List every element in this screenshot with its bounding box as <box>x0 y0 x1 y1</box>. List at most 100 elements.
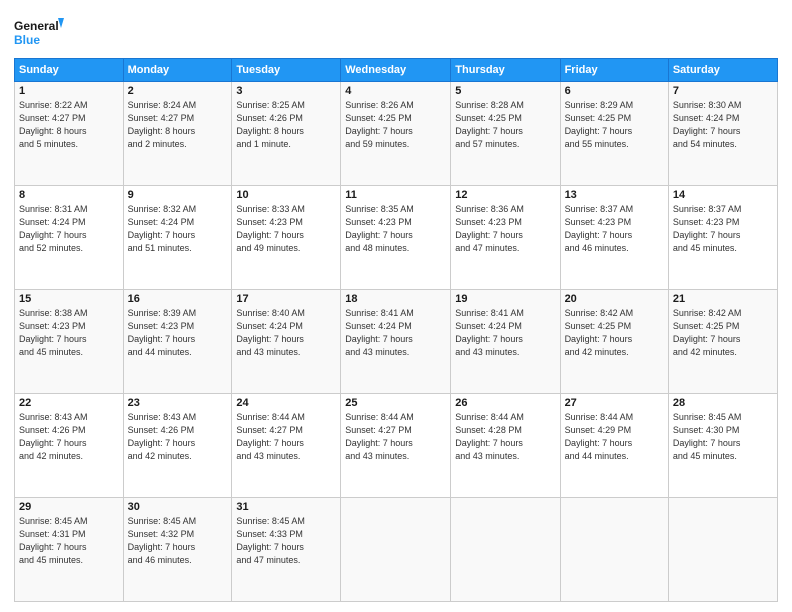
day-header-wednesday: Wednesday <box>341 59 451 82</box>
day-detail: Sunrise: 8:22 AMSunset: 4:27 PMDaylight:… <box>19 99 119 151</box>
day-number: 27 <box>565 397 664 409</box>
calendar-day: 11Sunrise: 8:35 AMSunset: 4:23 PMDayligh… <box>341 186 451 290</box>
calendar-day: 27 Sunrise: 8:44 AMSunset: 4:29 PMDayligh… <box>560 394 668 498</box>
calendar-day: 14 Sunrise: 8:37 AMSunset: 4:23 PMDayligh… <box>668 186 777 290</box>
day-number: 3 <box>236 85 336 97</box>
calendar-day: 29 Sunrise: 8:45 AMSunset: 4:31 PMDayligh… <box>15 498 124 602</box>
calendar-day: 30Sunrise: 8:45 AMSunset: 4:32 PMDayligh… <box>123 498 232 602</box>
day-number: 21 <box>673 293 773 305</box>
day-detail: Sunrise: 8:33 AMSunset: 4:23 PMDaylight:… <box>236 203 336 255</box>
day-detail: Sunrise: 8:44 AMSunset: 4:27 PMDaylight:… <box>345 411 446 463</box>
day-header-friday: Friday <box>560 59 668 82</box>
day-number: 4 <box>345 85 446 97</box>
calendar-day: 8 Sunrise: 8:31 AMSunset: 4:24 PMDaylight… <box>15 186 124 290</box>
day-number: 5 <box>455 85 555 97</box>
calendar-day <box>560 498 668 602</box>
day-header-saturday: Saturday <box>668 59 777 82</box>
calendar-day <box>341 498 451 602</box>
day-number: 25 <box>345 397 446 409</box>
calendar-day <box>668 498 777 602</box>
day-detail: Sunrise: 8:43 AMSunset: 4:26 PMDaylight:… <box>19 411 119 463</box>
calendar-day: 13 Sunrise: 8:37 AMSunset: 4:23 PMDayligh… <box>560 186 668 290</box>
day-detail: Sunrise: 8:25 AMSunset: 4:26 PMDaylight:… <box>236 99 336 151</box>
day-number: 8 <box>19 189 119 201</box>
calendar-day: 16 Sunrise: 8:39 AMSunset: 4:23 PMDayligh… <box>123 290 232 394</box>
calendar-day: 20 Sunrise: 8:42 AMSunset: 4:25 PMDayligh… <box>560 290 668 394</box>
day-number: 30 <box>128 501 228 513</box>
calendar-day: 9 Sunrise: 8:32 AMSunset: 4:24 PMDaylight… <box>123 186 232 290</box>
logo-svg: General Blue <box>14 14 64 52</box>
day-number: 13 <box>565 189 664 201</box>
calendar-week-1: 1Sunrise: 8:22 AMSunset: 4:27 PMDaylight… <box>15 82 778 186</box>
calendar-day: 24Sunrise: 8:44 AMSunset: 4:27 PMDayligh… <box>232 394 341 498</box>
day-number: 2 <box>128 85 228 97</box>
calendar-day: 23 Sunrise: 8:43 AMSunset: 4:26 PMDayligh… <box>123 394 232 498</box>
day-number: 19 <box>455 293 555 305</box>
day-detail: Sunrise: 8:36 AMSunset: 4:23 PMDaylight:… <box>455 203 555 255</box>
day-header-tuesday: Tuesday <box>232 59 341 82</box>
day-detail: Sunrise: 8:42 AMSunset: 4:25 PMDaylight:… <box>673 307 773 359</box>
calendar-day: 18 Sunrise: 8:41 AMSunset: 4:24 PMDayligh… <box>341 290 451 394</box>
calendar-day: 17Sunrise: 8:40 AMSunset: 4:24 PMDayligh… <box>232 290 341 394</box>
day-detail: Sunrise: 8:37 AMSunset: 4:23 PMDaylight:… <box>673 203 773 255</box>
calendar-day: 4 Sunrise: 8:26 AMSunset: 4:25 PMDaylight… <box>341 82 451 186</box>
day-detail: Sunrise: 8:31 AMSunset: 4:24 PMDaylight:… <box>19 203 119 255</box>
day-detail: Sunrise: 8:42 AMSunset: 4:25 PMDaylight:… <box>565 307 664 359</box>
header-row: SundayMondayTuesdayWednesdayThursdayFrid… <box>15 59 778 82</box>
day-number: 9 <box>128 189 228 201</box>
day-number: 14 <box>673 189 773 201</box>
calendar-day: 22Sunrise: 8:43 AMSunset: 4:26 PMDayligh… <box>15 394 124 498</box>
header: General Blue <box>14 10 778 52</box>
day-number: 16 <box>128 293 228 305</box>
calendar-day: 1Sunrise: 8:22 AMSunset: 4:27 PMDaylight… <box>15 82 124 186</box>
day-detail: Sunrise: 8:29 AMSunset: 4:25 PMDaylight:… <box>565 99 664 151</box>
day-number: 28 <box>673 397 773 409</box>
calendar-day: 10 Sunrise: 8:33 AMSunset: 4:23 PMDayligh… <box>232 186 341 290</box>
day-detail: Sunrise: 8:40 AMSunset: 4:24 PMDaylight:… <box>236 307 336 359</box>
day-header-thursday: Thursday <box>451 59 560 82</box>
day-header-monday: Monday <box>123 59 232 82</box>
day-detail: Sunrise: 8:41 AMSunset: 4:24 PMDaylight:… <box>455 307 555 359</box>
day-detail: Sunrise: 8:30 AMSunset: 4:24 PMDaylight:… <box>673 99 773 151</box>
calendar-day: 2Sunrise: 8:24 AMSunset: 4:27 PMDaylight… <box>123 82 232 186</box>
calendar-day: 7 Sunrise: 8:30 AMSunset: 4:24 PMDaylight… <box>668 82 777 186</box>
calendar-day <box>451 498 560 602</box>
day-detail: Sunrise: 8:45 AMSunset: 4:33 PMDaylight:… <box>236 515 336 567</box>
day-number: 18 <box>345 293 446 305</box>
day-detail: Sunrise: 8:45 AMSunset: 4:30 PMDaylight:… <box>673 411 773 463</box>
calendar-day: 5Sunrise: 8:28 AMSunset: 4:25 PMDaylight… <box>451 82 560 186</box>
day-detail: Sunrise: 8:43 AMSunset: 4:26 PMDaylight:… <box>128 411 228 463</box>
svg-text:Blue: Blue <box>14 33 40 47</box>
calendar-day: 28 Sunrise: 8:45 AMSunset: 4:30 PMDayligh… <box>668 394 777 498</box>
day-number: 7 <box>673 85 773 97</box>
calendar-day: 15Sunrise: 8:38 AMSunset: 4:23 PMDayligh… <box>15 290 124 394</box>
calendar-week-2: 8 Sunrise: 8:31 AMSunset: 4:24 PMDaylight… <box>15 186 778 290</box>
calendar-header: SundayMondayTuesdayWednesdayThursdayFrid… <box>15 59 778 82</box>
day-detail: Sunrise: 8:32 AMSunset: 4:24 PMDaylight:… <box>128 203 228 255</box>
day-detail: Sunrise: 8:37 AMSunset: 4:23 PMDaylight:… <box>565 203 664 255</box>
day-number: 20 <box>565 293 664 305</box>
day-detail: Sunrise: 8:39 AMSunset: 4:23 PMDaylight:… <box>128 307 228 359</box>
day-number: 29 <box>19 501 119 513</box>
page: General Blue SundayMondayTuesdayWednesda… <box>0 0 792 612</box>
day-detail: Sunrise: 8:38 AMSunset: 4:23 PMDaylight:… <box>19 307 119 359</box>
calendar-day: 26Sunrise: 8:44 AMSunset: 4:28 PMDayligh… <box>451 394 560 498</box>
day-number: 24 <box>236 397 336 409</box>
calendar-day: 19 Sunrise: 8:41 AMSunset: 4:24 PMDayligh… <box>451 290 560 394</box>
calendar-body: 1Sunrise: 8:22 AMSunset: 4:27 PMDaylight… <box>15 82 778 602</box>
day-detail: Sunrise: 8:41 AMSunset: 4:24 PMDaylight:… <box>345 307 446 359</box>
calendar-week-4: 22Sunrise: 8:43 AMSunset: 4:26 PMDayligh… <box>15 394 778 498</box>
calendar-day: 21 Sunrise: 8:42 AMSunset: 4:25 PMDayligh… <box>668 290 777 394</box>
calendar-day: 31Sunrise: 8:45 AMSunset: 4:33 PMDayligh… <box>232 498 341 602</box>
day-header-sunday: Sunday <box>15 59 124 82</box>
day-detail: Sunrise: 8:44 AMSunset: 4:29 PMDaylight:… <box>565 411 664 463</box>
calendar-week-3: 15Sunrise: 8:38 AMSunset: 4:23 PMDayligh… <box>15 290 778 394</box>
calendar-day: 12Sunrise: 8:36 AMSunset: 4:23 PMDayligh… <box>451 186 560 290</box>
svg-text:General: General <box>14 19 59 33</box>
calendar-day: 25 Sunrise: 8:44 AMSunset: 4:27 PMDayligh… <box>341 394 451 498</box>
day-number: 26 <box>455 397 555 409</box>
day-number: 23 <box>128 397 228 409</box>
day-detail: Sunrise: 8:26 AMSunset: 4:25 PMDaylight:… <box>345 99 446 151</box>
day-detail: Sunrise: 8:45 AMSunset: 4:31 PMDaylight:… <box>19 515 119 567</box>
day-number: 10 <box>236 189 336 201</box>
